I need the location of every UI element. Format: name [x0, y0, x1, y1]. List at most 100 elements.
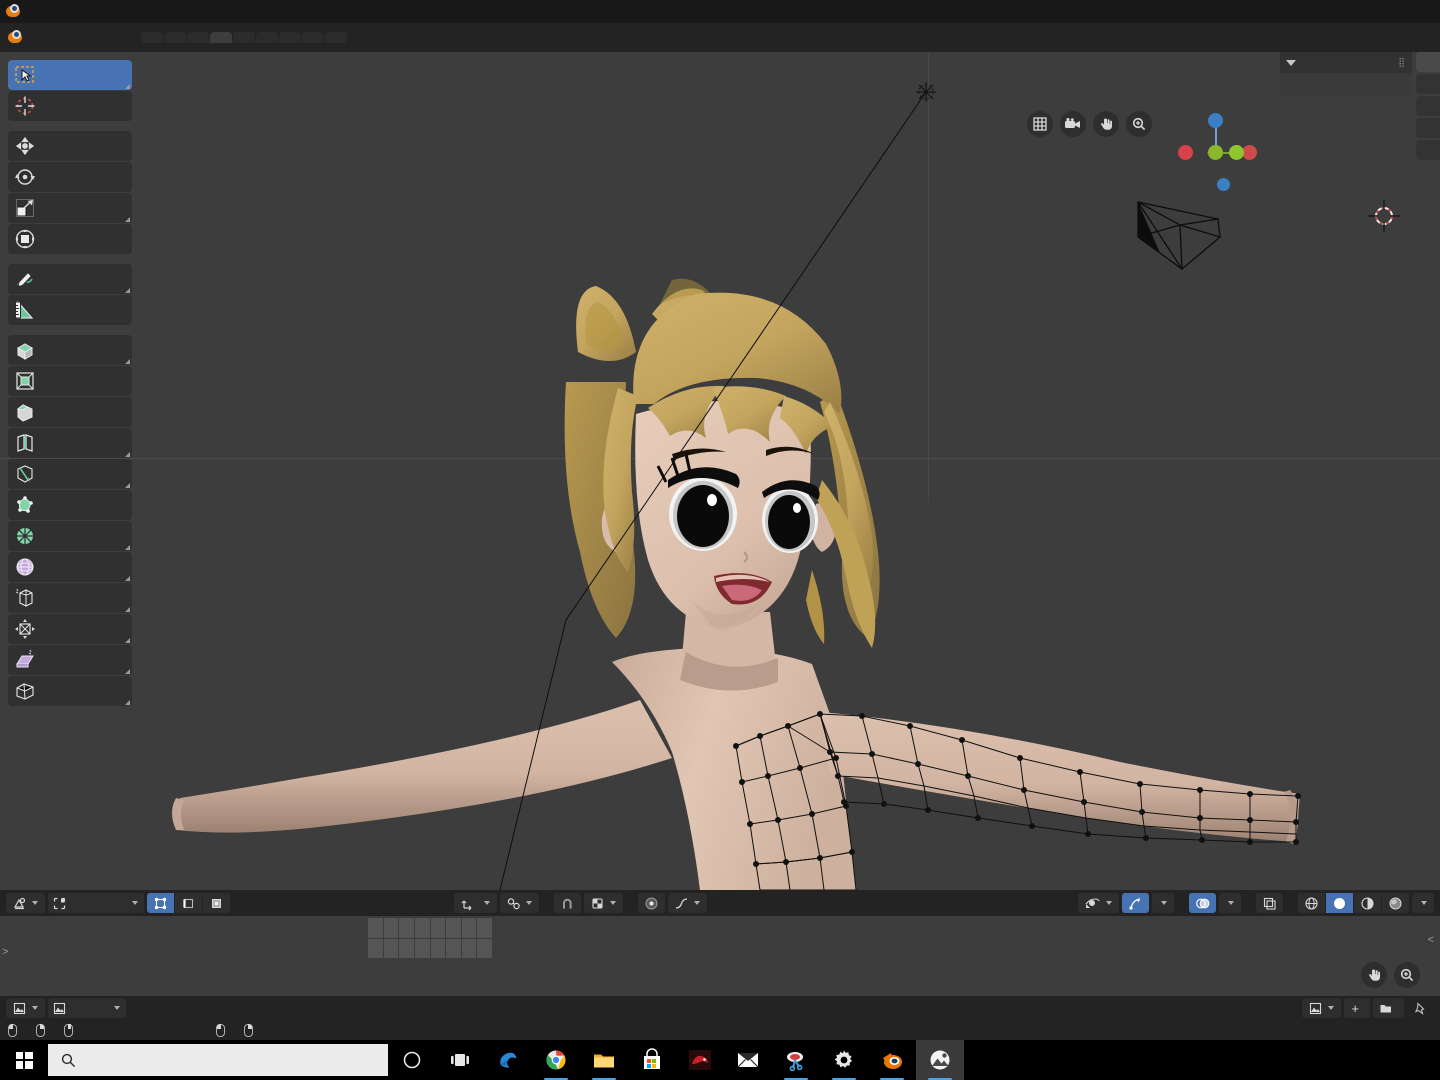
camera-view-icon[interactable]	[1060, 111, 1086, 137]
workspace-tab-default[interactable]	[210, 32, 232, 43]
sidetab-edit[interactable]	[1416, 140, 1440, 160]
workspace-tab-compositing[interactable]	[187, 32, 209, 43]
microsoft-store-icon[interactable]	[628, 1040, 676, 1080]
tool-knife[interactable]	[8, 459, 132, 489]
taskbar-search-input[interactable]	[48, 1044, 388, 1076]
add-workspace-button[interactable]	[348, 34, 364, 42]
tool-edge-slide[interactable]	[8, 583, 132, 613]
uv-image-editor[interactable]: > <	[0, 916, 1440, 996]
tool-shear[interactable]	[8, 645, 132, 675]
open-image-button[interactable]	[1373, 998, 1404, 1018]
menu-face[interactable]	[347, 893, 361, 913]
overlays-settings-dropdown[interactable]	[1219, 893, 1241, 913]
menu-edge[interactable]	[330, 893, 344, 913]
workspace-tab-video-editing[interactable]	[325, 32, 347, 43]
blender-logo-icon[interactable]	[8, 30, 23, 45]
shading-settings-dropdown[interactable]	[1412, 893, 1434, 913]
uv-menu-view[interactable]	[141, 998, 155, 1018]
file-explorer-icon[interactable]	[580, 1040, 628, 1080]
workspace-tab-scripting[interactable]	[279, 32, 301, 43]
tool-scale[interactable]	[8, 193, 132, 223]
snap-pivot-icon[interactable]	[500, 893, 539, 913]
tool-spin[interactable]	[8, 521, 132, 551]
workspace-tab-animation[interactable]	[164, 32, 186, 43]
proportional-falloff-selector[interactable]	[668, 893, 707, 913]
menu-help[interactable]	[105, 34, 123, 42]
3d-viewport[interactable]	[0, 52, 1440, 890]
cortana-icon[interactable]	[388, 1040, 436, 1080]
tool-measure[interactable]	[8, 295, 132, 325]
gizmo-z-axis[interactable]	[1208, 113, 1223, 128]
uv-menu-image[interactable]	[158, 998, 172, 1018]
tool-box-select[interactable]	[8, 60, 132, 90]
gizmo-x-axis[interactable]	[1242, 145, 1257, 160]
photos-icon[interactable]	[916, 1040, 964, 1080]
tool-move[interactable]	[8, 131, 132, 161]
red-app-icon[interactable]	[676, 1040, 724, 1080]
proportional-edit-icon[interactable]	[638, 893, 665, 913]
solid-shading[interactable]	[1326, 893, 1353, 913]
xray-icon[interactable]	[1256, 893, 1283, 913]
gizmo-settings-dropdown[interactable]	[1152, 893, 1174, 913]
editor-type-icon[interactable]	[6, 893, 45, 913]
pan-view-icon[interactable]	[1093, 111, 1119, 137]
workspace-tab-motion-tracking[interactable]	[256, 32, 278, 43]
tool-annotate[interactable]	[8, 264, 132, 294]
interaction-mode-selector[interactable]	[48, 893, 144, 913]
workspace-tab-uv-editing[interactable]	[302, 32, 324, 43]
snap-target-selector[interactable]	[584, 893, 623, 913]
visibility-icon[interactable]	[1078, 893, 1119, 913]
blender-taskbar-icon[interactable]	[868, 1040, 916, 1080]
tool-transform[interactable]	[8, 224, 132, 254]
tool-poly-build[interactable]	[8, 490, 132, 520]
magnet-icon[interactable]	[554, 893, 581, 913]
uv-editor-mode-selector[interactable]	[48, 998, 126, 1018]
snipping-tool-icon[interactable]	[772, 1040, 820, 1080]
settings-icon[interactable]	[820, 1040, 868, 1080]
windows-start-icon[interactable]	[0, 1040, 48, 1080]
tool-extrude-region[interactable]	[8, 335, 132, 365]
sidetab-tool[interactable]	[1416, 74, 1440, 94]
menu-add[interactable]	[279, 893, 293, 913]
gizmo-icon[interactable]	[1122, 893, 1149, 913]
vertex-select-mode[interactable]	[147, 893, 174, 913]
menu-select[interactable]	[262, 893, 276, 913]
edge-select-mode[interactable]	[175, 893, 202, 913]
tool-bevel[interactable]	[8, 397, 132, 427]
gizmo-neg-z-axis[interactable]	[1217, 178, 1230, 191]
menu-render[interactable]	[69, 34, 87, 42]
new-image-button[interactable]: +	[1344, 998, 1370, 1018]
image-editor-icon[interactable]	[6, 998, 45, 1018]
rendered-shading[interactable]	[1382, 893, 1409, 913]
tool-loop-cut[interactable]	[8, 428, 132, 458]
expand-left-panel-arrow[interactable]: >	[2, 946, 8, 958]
task-view-icon[interactable]	[436, 1040, 484, 1080]
wireframe-shading[interactable]	[1298, 893, 1325, 913]
workspace-tab-game-logic[interactable]	[233, 32, 255, 43]
menu-window[interactable]	[87, 34, 105, 42]
gizmo-y-axis[interactable]	[1208, 145, 1223, 160]
transform-orientation-selector[interactable]	[454, 893, 497, 913]
transform-panel-header[interactable]: ⣿	[1280, 52, 1412, 73]
zoom-view-icon[interactable]	[1126, 111, 1152, 137]
grid-overlay-icon[interactable]	[1027, 111, 1053, 137]
menu-edit[interactable]	[51, 34, 69, 42]
expand-right-panel-arrow[interactable]: <	[1428, 934, 1434, 946]
pan-view-icon[interactable]	[1361, 962, 1387, 988]
gizmo-neg-x-axis[interactable]	[1178, 145, 1193, 160]
gizmo-neg-y-axis[interactable]	[1229, 145, 1244, 160]
tool-shrink-fatten[interactable]	[8, 614, 132, 644]
menu-file[interactable]	[33, 34, 51, 42]
edge-icon[interactable]	[484, 1040, 532, 1080]
sidetab-maxivz-tools[interactable]	[1416, 118, 1440, 138]
camera-object-wireframe[interactable]	[1130, 197, 1230, 277]
menu-mesh[interactable]	[296, 893, 310, 913]
tool-cursor[interactable]	[8, 91, 132, 121]
menu-vertex[interactable]	[313, 893, 327, 913]
tool-rip-region[interactable]	[8, 676, 132, 706]
zoom-view-icon[interactable]	[1394, 962, 1420, 988]
tool-inset-faces[interactable]	[8, 366, 132, 396]
sidetab-view[interactable]	[1416, 96, 1440, 116]
tool-smooth[interactable]	[8, 552, 132, 582]
workspace-tab-3d-view-full[interactable]	[141, 32, 163, 43]
